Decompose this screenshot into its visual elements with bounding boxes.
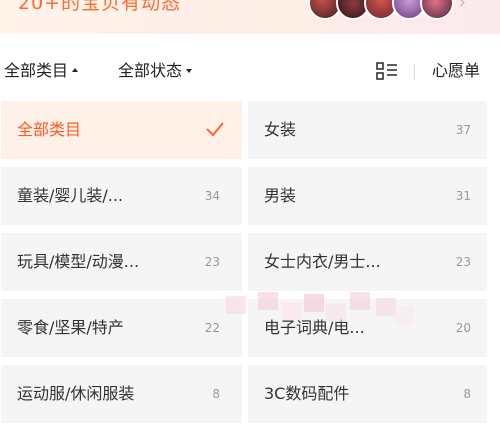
category-item[interactable]: 3C数码配件 8	[248, 365, 487, 423]
category-item[interactable]: 女装 37	[248, 101, 487, 159]
list-layout-icon[interactable]	[376, 62, 398, 80]
category-filter-label: 全部类目	[4, 61, 69, 80]
category-label: 女装	[264, 120, 297, 139]
category-count: 31	[455, 189, 471, 203]
category-count: 34	[204, 189, 220, 203]
category-count: 23	[204, 255, 220, 269]
category-item[interactable]: 女士内衣/男士... 23	[248, 233, 487, 291]
category-label: 玩具/模型/动漫...	[17, 252, 140, 271]
category-item[interactable]: 男装 31	[248, 167, 487, 225]
category-item[interactable]: 零食/坚果/特产 22	[1, 299, 242, 357]
blurred-watermark	[226, 292, 414, 326]
category-count: 22	[204, 321, 220, 335]
banner-text: 20+的宝贝有动态	[18, 0, 182, 14]
wishlist-button[interactable]: 心愿单	[432, 52, 480, 90]
category-label: 女士内衣/男士...	[264, 252, 381, 271]
category-filter-dropdown[interactable]: 全部类目	[4, 52, 79, 90]
caret-up-icon	[72, 68, 79, 72]
category-label: 运动服/休闲服装	[17, 384, 135, 403]
category-label: 童装/婴儿装/...	[17, 186, 124, 205]
category-count: 37	[455, 123, 471, 137]
activity-banner[interactable]: 20+的宝贝有动态 ›	[0, 0, 500, 34]
category-label: 3C数码配件	[264, 384, 350, 403]
caret-down-icon	[186, 69, 193, 73]
category-count: 23	[455, 255, 471, 269]
filter-bar: 全部类目 全部状态 心愿单	[0, 52, 500, 90]
category-count: 8	[212, 387, 220, 401]
avatar-group	[308, 0, 454, 20]
status-filter-label: 全部状态	[118, 61, 183, 80]
avatar	[420, 0, 454, 20]
category-count: 20	[455, 321, 471, 335]
category-item[interactable]: 童装/婴儿装/... 34	[1, 167, 242, 225]
category-item[interactable]: 运动服/休闲服装 8	[1, 365, 242, 423]
category-label: 零食/坚果/特产	[17, 318, 124, 337]
category-item[interactable]: 玩具/模型/动漫... 23	[1, 233, 242, 291]
category-item-all[interactable]: 全部类目	[1, 101, 242, 159]
chevron-right-icon[interactable]: ›	[459, 0, 466, 13]
check-icon	[206, 122, 224, 137]
divider	[414, 64, 415, 80]
category-count: 8	[463, 387, 471, 401]
category-label: 男装	[264, 186, 297, 205]
category-label: 全部类目	[17, 120, 82, 139]
status-filter-dropdown[interactable]: 全部状态	[118, 52, 193, 90]
